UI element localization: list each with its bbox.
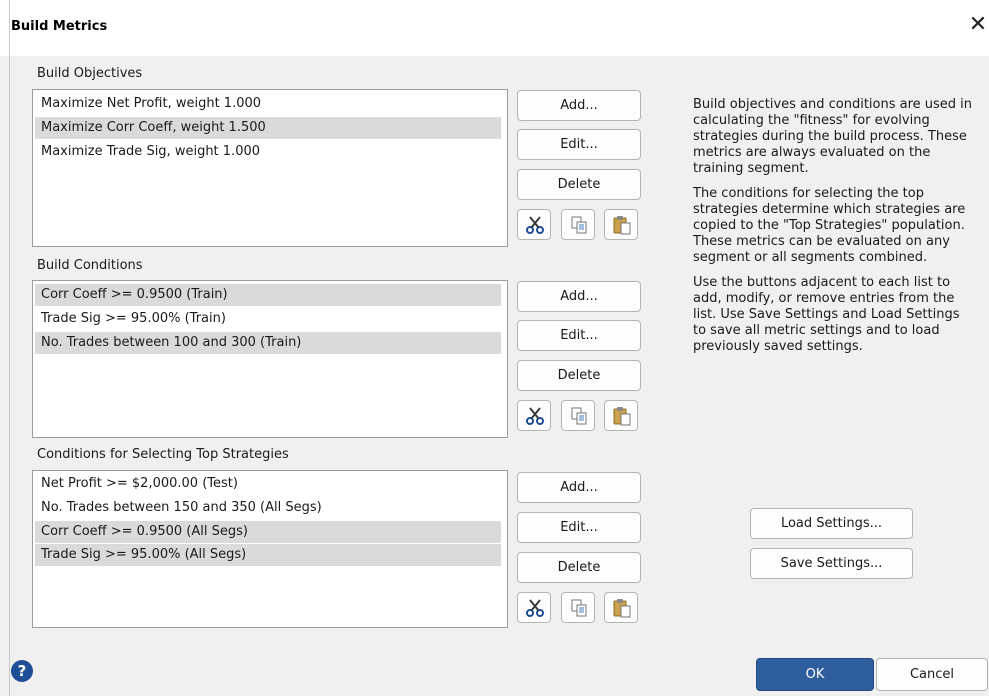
copy-icon — [571, 216, 587, 234]
top-copy-button[interactable] — [561, 592, 595, 623]
conditions-copy-button[interactable] — [561, 400, 595, 431]
cancel-button[interactable]: Cancel — [876, 658, 988, 691]
copy-icon — [571, 599, 587, 617]
objectives-edit-button[interactable]: Edit... — [517, 129, 641, 160]
top-strategies-label: Conditions for Selecting Top Strategies — [37, 447, 289, 462]
conditions-edit-button[interactable]: Edit... — [517, 320, 641, 351]
build-objectives-list[interactable]: Maximize Net Profit, weight 1.000 Maximi… — [32, 89, 508, 247]
help-paragraph-1: Build objectives and conditions are used… — [693, 97, 973, 176]
list-item-selected[interactable]: Corr Coeff >= 0.9500 (All Segs) — [35, 521, 501, 543]
conditions-cut-button[interactable] — [517, 400, 551, 431]
build-objectives-label: Build Objectives — [37, 66, 143, 81]
help-text: Build objectives and conditions are used… — [693, 97, 973, 364]
list-item[interactable]: Maximize Trade Sig, weight 1.000 — [35, 141, 501, 163]
objectives-add-button[interactable]: Add... — [517, 90, 641, 121]
list-item[interactable]: No. Trades between 150 and 350 (All Segs… — [35, 497, 501, 519]
copy-icon — [571, 407, 587, 425]
list-item-selected[interactable]: Trade Sig >= 95.00% (All Segs) — [35, 544, 501, 566]
window-title: Build Metrics — [11, 19, 108, 34]
build-conditions-label: Build Conditions — [37, 258, 143, 273]
help-icon[interactable]: ? — [11, 660, 33, 682]
top-edit-button[interactable]: Edit... — [517, 512, 641, 543]
top-add-button[interactable]: Add... — [517, 472, 641, 503]
objectives-delete-button[interactable]: Delete — [517, 169, 641, 200]
paste-icon — [613, 216, 631, 235]
list-item-selected[interactable]: Corr Coeff >= 0.9500 (Train) — [35, 284, 501, 306]
conditions-paste-button[interactable] — [604, 400, 638, 431]
save-settings-button[interactable]: Save Settings... — [750, 548, 913, 579]
scissors-icon — [526, 216, 544, 234]
paste-icon — [613, 407, 631, 426]
list-item[interactable]: Net Profit >= $2,000.00 (Test) — [35, 473, 501, 495]
conditions-delete-button[interactable]: Delete — [517, 360, 641, 391]
scissors-icon — [526, 599, 544, 617]
list-item-selected[interactable]: Maximize Corr Coeff, weight 1.500 — [35, 117, 501, 139]
help-paragraph-2: The conditions for selecting the top str… — [693, 186, 966, 265]
objectives-paste-button[interactable] — [604, 209, 638, 240]
top-delete-button[interactable]: Delete — [517, 552, 641, 583]
window-border — [9, 0, 10, 696]
top-strategies-list[interactable]: Net Profit >= $2,000.00 (Test) No. Trade… — [32, 470, 508, 628]
list-item[interactable]: Maximize Net Profit, weight 1.000 — [35, 93, 501, 115]
load-settings-button[interactable]: Load Settings... — [750, 508, 913, 539]
list-item[interactable]: Trade Sig >= 95.00% (Train) — [35, 308, 501, 330]
ok-button[interactable]: OK — [756, 658, 874, 691]
title-bar: Build Metrics ✕ — [0, 0, 989, 56]
help-paragraph-3: Use the buttons adjacent to each list to… — [693, 275, 960, 354]
close-icon[interactable]: ✕ — [968, 13, 988, 37]
objectives-copy-button[interactable] — [561, 209, 595, 240]
scissors-icon — [526, 407, 544, 425]
objectives-cut-button[interactable] — [517, 209, 551, 240]
list-item-selected[interactable]: No. Trades between 100 and 300 (Train) — [35, 332, 501, 354]
build-conditions-list[interactable]: Corr Coeff >= 0.9500 (Train) Trade Sig >… — [32, 280, 508, 438]
paste-icon — [613, 599, 631, 618]
top-paste-button[interactable] — [604, 592, 638, 623]
top-cut-button[interactable] — [517, 592, 551, 623]
conditions-add-button[interactable]: Add... — [517, 281, 641, 312]
